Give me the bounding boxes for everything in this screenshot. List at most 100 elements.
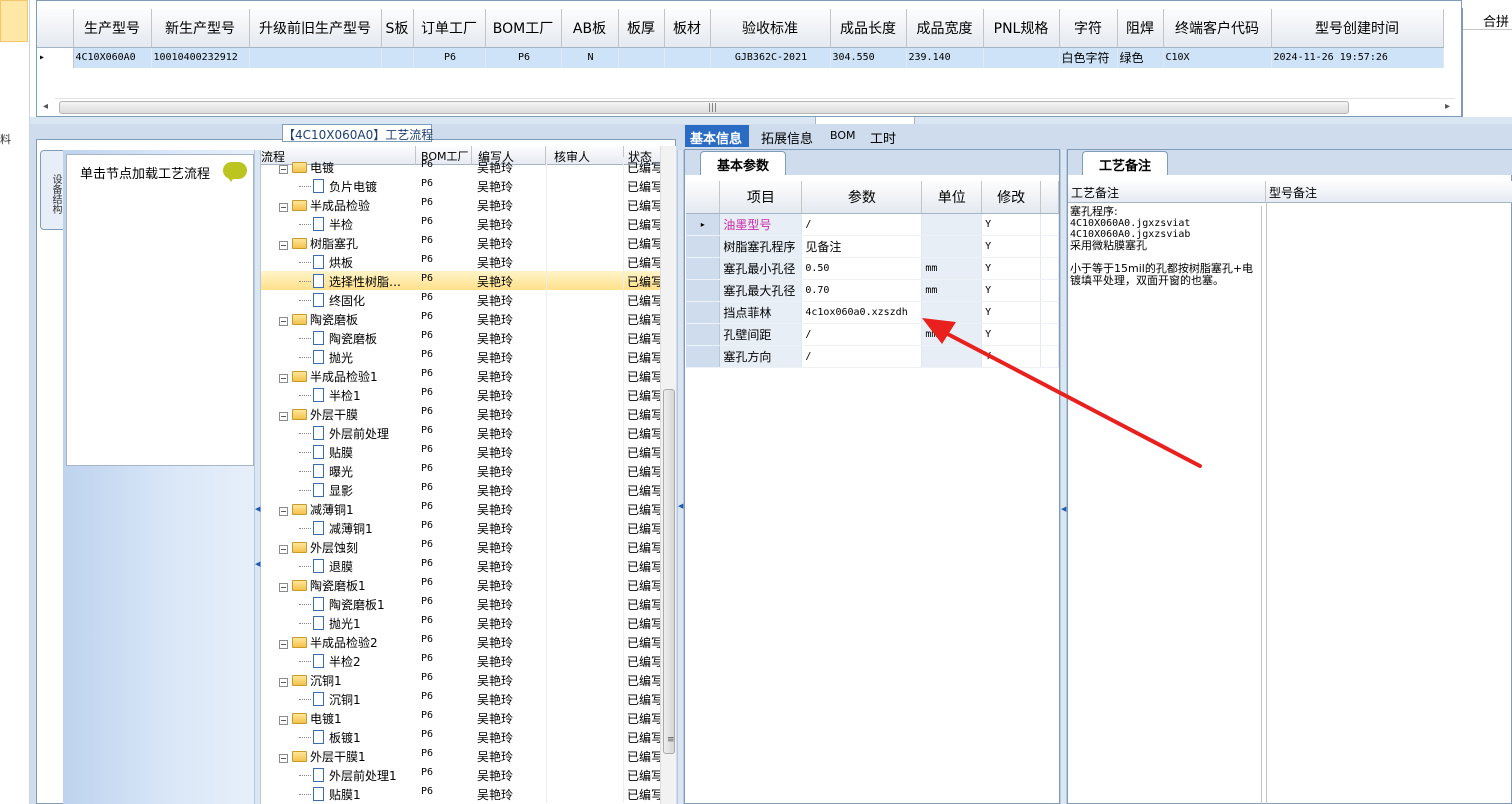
tree-node[interactable]: 外层前处理1: [299, 765, 414, 784]
tree-row[interactable]: 烘板 P6 吴艳玲 已编写: [261, 252, 660, 271]
tree-row[interactable]: − 陶瓷磨板1 P6 吴艳玲 已编写: [261, 575, 660, 594]
col-header[interactable]: 板材: [664, 9, 711, 48]
tree-cell-status[interactable]: 已编写: [627, 537, 660, 556]
tree-cell-status[interactable]: 已编写: [627, 651, 660, 670]
tree-cell-status[interactable]: 已编写: [627, 499, 660, 518]
param-unit[interactable]: mm: [921, 257, 983, 280]
tree-cell-writer[interactable]: 吴艳玲: [477, 537, 513, 556]
tree-row[interactable]: 外层前处理1 P6 吴艳玲 已编写: [261, 765, 660, 784]
collapse-node-icon[interactable]: −: [279, 545, 288, 554]
tree-cell-writer[interactable]: 吴艳玲: [477, 214, 513, 233]
tree-node[interactable]: 陶瓷磨板1: [299, 594, 414, 613]
tree-cell-status[interactable]: 已编写: [627, 613, 660, 632]
tree-cell-reviewer[interactable]: [546, 328, 624, 347]
tree-cell-writer[interactable]: 吴艳玲: [477, 594, 513, 613]
tree-cell-reviewer[interactable]: [546, 575, 624, 594]
tree-node[interactable]: − 电镀: [279, 157, 414, 176]
tree-row[interactable]: − 树脂塞孔 P6 吴艳玲 已编写: [261, 233, 660, 252]
tree-row[interactable]: − 半成品检验1 P6 吴艳玲 已编写: [261, 366, 660, 385]
tree-cell-reviewer[interactable]: [546, 423, 624, 442]
tree-cell-bom[interactable]: P6: [421, 233, 433, 252]
tree-row[interactable]: 退膜 P6 吴艳玲 已编写: [261, 556, 660, 575]
middle-collapse-bar[interactable]: ◀: [677, 150, 684, 804]
param-item[interactable]: 孔壁间距: [719, 323, 803, 346]
collapse-left-icon[interactable]: ◀: [255, 560, 260, 568]
collapse-node-icon[interactable]: −: [279, 754, 288, 763]
tree-cell-status[interactable]: 已编写: [627, 518, 660, 537]
tree-row[interactable]: 板镀1 P6 吴艳玲 已编写: [261, 727, 660, 746]
tree-node[interactable]: 显影: [299, 480, 414, 499]
tree-cell-writer[interactable]: 吴艳玲: [477, 404, 513, 423]
tree-node[interactable]: 陶瓷磨板: [299, 328, 414, 347]
tree-cell-bom[interactable]: P6: [421, 613, 433, 632]
table-cell[interactable]: P6: [413, 47, 486, 68]
tree-cell-reviewer[interactable]: [546, 214, 624, 233]
tree-cell-writer[interactable]: 吴艳玲: [477, 746, 513, 765]
param-modify[interactable]: Y: [981, 213, 1041, 236]
tree-node[interactable]: − 外层蚀刻: [279, 537, 414, 556]
tree-node[interactable]: 半检1: [299, 385, 414, 404]
collapse-node-icon[interactable]: −: [279, 507, 288, 516]
tree-cell-bom[interactable]: P6: [421, 480, 433, 499]
tree-cell-bom[interactable]: P6: [421, 366, 433, 385]
tree-cell-writer[interactable]: 吴艳玲: [477, 480, 513, 499]
tree-cell-writer[interactable]: 吴艳玲: [477, 328, 513, 347]
row-indicator-icon[interactable]: [686, 235, 721, 258]
table-cell[interactable]: N: [561, 47, 619, 68]
tree-cell-status[interactable]: 已编写: [627, 594, 660, 613]
table-cell[interactable]: 2024-11-26 19:57:26: [1271, 47, 1444, 68]
tree-cell-reviewer[interactable]: [546, 632, 624, 651]
tree-cell-status[interactable]: 已编写: [627, 670, 660, 689]
table-cell[interactable]: 10010400232912: [151, 47, 250, 68]
param-unit[interactable]: mm: [921, 279, 983, 302]
merge-panel-header[interactable]: 合拼: [1463, 8, 1512, 30]
tree-node[interactable]: 贴膜: [299, 442, 414, 461]
tree-cell-bom[interactable]: P6: [421, 499, 433, 518]
tree-cell-writer[interactable]: 吴艳玲: [477, 689, 513, 708]
tree-cell-writer[interactable]: 吴艳玲: [477, 366, 513, 385]
tree-row[interactable]: − 陶瓷磨板 P6 吴艳玲 已编写: [261, 309, 660, 328]
tree-node[interactable]: − 减薄铜1: [279, 499, 414, 518]
tree-node[interactable]: − 陶瓷磨板: [279, 309, 414, 328]
collapse-node-icon[interactable]: −: [279, 374, 288, 383]
tree-row[interactable]: 减薄铜1 P6 吴艳玲 已编写: [261, 518, 660, 537]
tree-cell-status[interactable]: 已编写: [627, 252, 660, 271]
tab-extended-info[interactable]: 拓展信息: [761, 125, 813, 147]
tree-cell-reviewer[interactable]: [546, 689, 624, 708]
param-item[interactable]: 塞孔最小孔径: [719, 257, 803, 280]
col-header[interactable]: 型号备注: [1266, 181, 1512, 203]
collapse-node-icon[interactable]: −: [279, 716, 288, 725]
tree-cell-status[interactable]: 已编写: [627, 632, 660, 651]
tree-cell-bom[interactable]: P6: [421, 404, 433, 423]
tree-node[interactable]: − 陶瓷磨板1: [279, 575, 414, 594]
tree-cell-writer[interactable]: 吴艳玲: [477, 233, 513, 252]
tree-row[interactable]: 抛光1 P6 吴艳玲 已编写: [261, 613, 660, 632]
param-unit[interactable]: [921, 213, 983, 236]
table-cell[interactable]: 4C10X060A0: [73, 47, 152, 68]
tab-bom[interactable]: BOM: [830, 125, 856, 147]
tree-cell-reviewer[interactable]: [546, 176, 624, 195]
tree-cell-writer[interactable]: 吴艳玲: [477, 499, 513, 518]
tree-cell-writer[interactable]: 吴艳玲: [477, 784, 513, 803]
table-cell[interactable]: GJB362C-2021: [710, 47, 831, 68]
tree-node[interactable]: − 半成品检验2: [279, 632, 414, 651]
col-header[interactable]: BOM工厂: [485, 9, 562, 48]
tree-row[interactable]: − 外层干膜1 P6 吴艳玲 已编写: [261, 746, 660, 765]
tree-cell-bom[interactable]: P6: [421, 423, 433, 442]
table-cell[interactable]: 304.550: [830, 47, 907, 68]
tree-cell-reviewer[interactable]: [546, 442, 624, 461]
tree-cell-bom[interactable]: P6: [421, 708, 433, 727]
tree-cell-reviewer[interactable]: [546, 461, 624, 480]
param-modify[interactable]: Y: [981, 257, 1041, 280]
tree-node[interactable]: 贴膜1: [299, 784, 414, 803]
param-row[interactable]: ▸ 油墨型号 / Y: [686, 213, 1059, 236]
tree-cell-bom[interactable]: P6: [421, 765, 433, 784]
tree-row[interactable]: − 外层干膜 P6 吴艳玲 已编写: [261, 404, 660, 423]
tree-cell-reviewer[interactable]: [546, 385, 624, 404]
tab-basic-params[interactable]: 基本参数: [700, 151, 786, 175]
tree-cell-reviewer[interactable]: [546, 271, 624, 290]
tree-row[interactable]: − 半成品检验2 P6 吴艳玲 已编写: [261, 632, 660, 651]
tree-row[interactable]: − 电镀1 P6 吴艳玲 已编写: [261, 708, 660, 727]
tree-node[interactable]: 半检: [299, 214, 414, 233]
tree-cell-bom[interactable]: P6: [421, 347, 433, 366]
